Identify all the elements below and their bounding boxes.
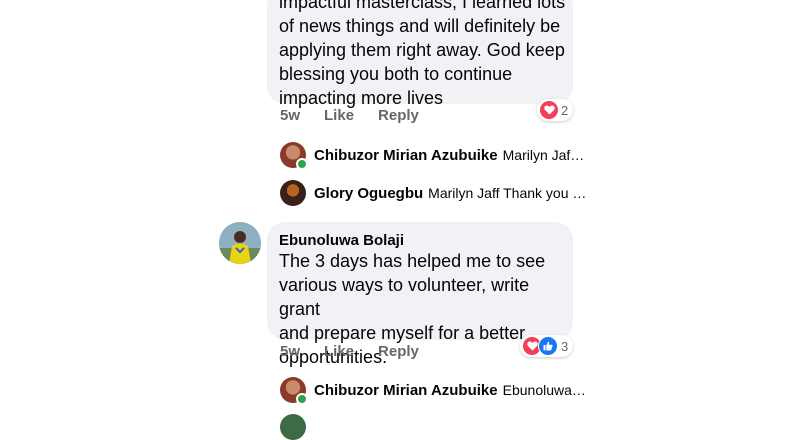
comment-line: The 3 days has helped me to see <box>279 251 546 271</box>
reply-preview[interactable]: Chibuzor Mirian Azubuike Ebunoluwa… <box>280 377 586 405</box>
comment-line: blessing you both to continue <box>279 64 513 84</box>
reaction-summary[interactable]: 3 <box>520 335 574 357</box>
avatar <box>280 377 308 405</box>
comment-line: impactful masterclass, I learned lots <box>279 0 566 12</box>
like-button[interactable]: Like <box>324 343 354 360</box>
reply-author[interactable]: Glory Oguegbu <box>314 185 423 202</box>
reply-author[interactable]: Chibuzor Mirian Azubuike <box>314 147 498 164</box>
avatar <box>280 414 306 440</box>
comment-line: applying them right away. God keep <box>279 40 565 60</box>
comment-text: impactful masterclass, I learned lots of… <box>279 0 569 110</box>
reply-preview[interactable]: Glory Oguegbu Marilyn Jaff Thank you … <box>280 180 586 206</box>
comment-bubble: impactful masterclass, I learned lots of… <box>267 0 573 108</box>
timestamp[interactable]: 5w <box>280 107 300 124</box>
like-button[interactable]: Like <box>324 107 354 124</box>
comment-bubble: Ebunoluwa Bolaji The 3 days has helped m… <box>267 222 573 367</box>
comment-actions: 5w Like Reply <box>280 343 443 360</box>
comment-line: various ways to volunteer, write grant <box>279 275 530 319</box>
heart-icon <box>540 101 558 119</box>
timestamp[interactable]: 5w <box>280 343 300 360</box>
thumbs-up-icon <box>538 336 558 356</box>
avatar <box>280 142 308 170</box>
reply-preview[interactable]: Chibuzor Mirian Azubuike Marilyn Jaf… <box>280 142 585 170</box>
reply-button[interactable]: Reply <box>378 107 419 124</box>
reaction-count: 3 <box>561 338 569 354</box>
reaction-summary[interactable]: 2 <box>537 99 574 121</box>
reply-text: Marilyn Jaf… <box>502 147 585 163</box>
comment-line: of news things and will definitely be <box>279 16 561 36</box>
reply-text: Marilyn Jaff Thank you … <box>428 185 587 201</box>
comment-author[interactable]: Ebunoluwa Bolaji <box>279 231 404 250</box>
online-indicator <box>296 393 308 405</box>
reaction-count: 2 <box>561 102 569 118</box>
reply-text: Ebunoluwa… <box>502 382 586 398</box>
reply-button[interactable]: Reply <box>378 343 419 360</box>
reply-author[interactable]: Chibuzor Mirian Azubuike <box>314 382 498 399</box>
comment-actions: 5w Like Reply <box>280 107 443 124</box>
avatar <box>280 180 306 206</box>
avatar[interactable] <box>219 222 261 264</box>
online-indicator <box>296 158 308 170</box>
profile-photo <box>219 222 261 264</box>
